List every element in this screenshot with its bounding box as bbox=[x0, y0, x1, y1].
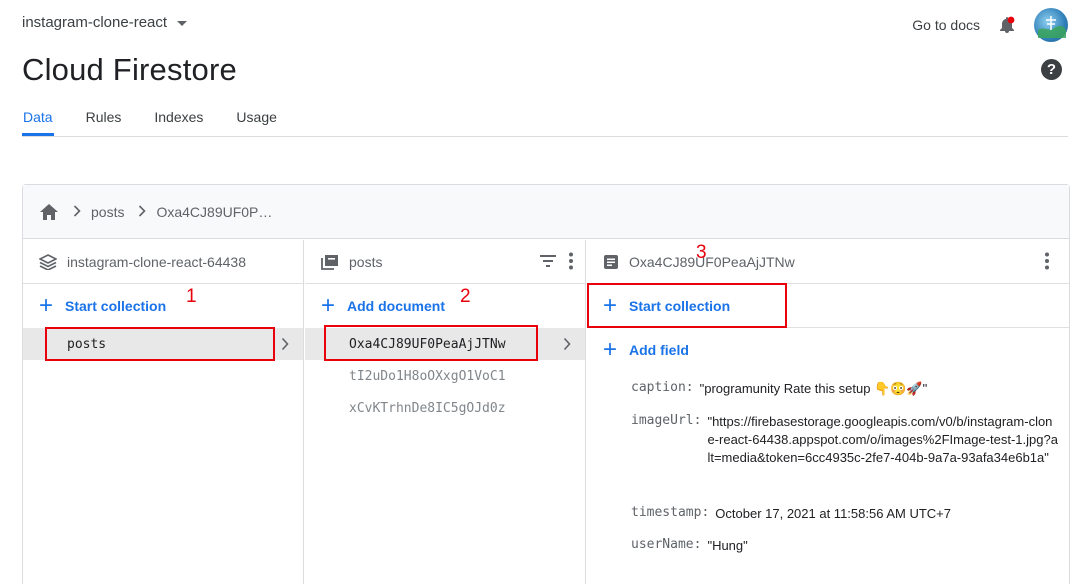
add-field-button[interactable]: + Add field bbox=[587, 328, 1069, 372]
chevron-right-icon bbox=[281, 337, 289, 355]
database-stack-icon bbox=[39, 253, 57, 270]
field-name: timestamp: bbox=[631, 505, 710, 520]
project-selector[interactable]: instagram-clone-react bbox=[22, 14, 188, 31]
field-value: "programunity Rate this setup 👇😳🚀" bbox=[699, 381, 928, 396]
annotation-box-1 bbox=[45, 327, 275, 361]
tab-divider bbox=[22, 136, 1068, 137]
document-item[interactable]: xCvKTrhnDe8IC5gOJd0z bbox=[305, 392, 585, 424]
breadcrumb-item-posts[interactable]: posts bbox=[91, 204, 124, 220]
annotation-label-2: 2 bbox=[460, 286, 471, 307]
collection-column: posts + Add document Oxa4CJ89UF0PeaAjJTN… bbox=[305, 240, 586, 584]
document-column-header: Oxa4CJ89UF0PeaAjJTNw bbox=[587, 240, 1069, 284]
tab-usage[interactable]: Usage bbox=[235, 104, 277, 136]
field-value: "Hung" bbox=[707, 538, 748, 553]
field-timestamp[interactable]: timestamp: October 17, 2021 at 11:58:56 … bbox=[631, 505, 1061, 523]
filter-icon[interactable] bbox=[539, 254, 557, 268]
page-title: Cloud Firestore bbox=[22, 52, 237, 87]
help-icon[interactable]: ? bbox=[1041, 59, 1062, 80]
collection-column-title: posts bbox=[349, 253, 383, 270]
annotation-label-1: 1 bbox=[186, 286, 197, 307]
more-vert-icon[interactable] bbox=[569, 252, 573, 270]
tab-bar: Data Rules Indexes Usage bbox=[22, 104, 309, 136]
user-avatar[interactable] bbox=[1034, 8, 1068, 42]
add-document-button[interactable]: + Add document bbox=[305, 284, 585, 328]
field-imageurl[interactable]: imageUrl: "https://firebasestorage.googl… bbox=[631, 413, 1068, 467]
field-username[interactable]: userName: "Hung" bbox=[631, 537, 1061, 555]
collection-column-actions bbox=[539, 252, 573, 270]
root-column-title: instagram-clone-react-64438 bbox=[67, 253, 246, 270]
add-document-label: Add document bbox=[347, 298, 446, 314]
field-value: "https://firebasestorage.googleapis.com/… bbox=[707, 414, 1058, 465]
document-item-label: tI2uDo1H8oOXxgO1VoC1 bbox=[349, 368, 506, 384]
tab-rules[interactable]: Rules bbox=[85, 104, 123, 136]
start-collection-button[interactable]: + Start collection bbox=[23, 284, 303, 328]
start-collection-label: Start collection bbox=[65, 298, 167, 314]
chevron-right-icon bbox=[73, 204, 81, 220]
plus-icon: + bbox=[39, 292, 54, 319]
add-field-label: Add field bbox=[629, 342, 689, 358]
document-icon bbox=[603, 254, 619, 270]
field-name: userName: bbox=[631, 537, 702, 552]
top-right-actions: Go to docs bbox=[912, 8, 1068, 42]
go-to-docs-link[interactable]: Go to docs bbox=[912, 17, 980, 33]
home-icon[interactable] bbox=[39, 203, 59, 221]
document-column-title: Oxa4CJ89UF0PeaAjJTNw bbox=[629, 253, 795, 270]
field-value: October 17, 2021 at 11:58:56 AM UTC+7 bbox=[715, 506, 951, 521]
caret-down-icon bbox=[177, 21, 188, 26]
document-column-actions bbox=[1045, 252, 1049, 270]
plus-icon: + bbox=[603, 336, 618, 363]
breadcrumb-item-document[interactable]: Oxa4CJ89UF0P… bbox=[156, 204, 272, 220]
field-name: imageUrl: bbox=[631, 413, 702, 428]
chevron-right-icon bbox=[138, 204, 147, 220]
tab-data[interactable]: Data bbox=[22, 104, 54, 136]
field-name: caption: bbox=[631, 380, 694, 395]
annotation-box-3 bbox=[587, 283, 787, 328]
field-caption[interactable]: caption: "programunity Rate this setup 👇… bbox=[631, 380, 1061, 398]
more-vert-icon[interactable] bbox=[1045, 252, 1049, 270]
annotation-label-3: 3 bbox=[696, 242, 707, 263]
project-name: instagram-clone-react bbox=[22, 14, 168, 31]
document-item-label: xCvKTrhnDe8IC5gOJd0z bbox=[349, 400, 506, 416]
root-column-header: instagram-clone-react-64438 bbox=[23, 240, 303, 284]
root-column: instagram-clone-react-64438 + Start coll… bbox=[23, 240, 304, 584]
collection-column-header: posts bbox=[305, 240, 585, 284]
tab-indexes[interactable]: Indexes bbox=[153, 104, 204, 136]
chevron-right-icon bbox=[563, 337, 571, 355]
collection-icon bbox=[321, 254, 339, 270]
breadcrumb: posts Oxa4CJ89UF0P… bbox=[23, 185, 1069, 239]
annotation-box-2 bbox=[324, 325, 538, 361]
plus-icon: + bbox=[321, 292, 336, 319]
notifications-bell-icon[interactable] bbox=[996, 14, 1018, 36]
document-item[interactable]: tI2uDo1H8oOXxgO1VoC1 bbox=[305, 360, 585, 392]
